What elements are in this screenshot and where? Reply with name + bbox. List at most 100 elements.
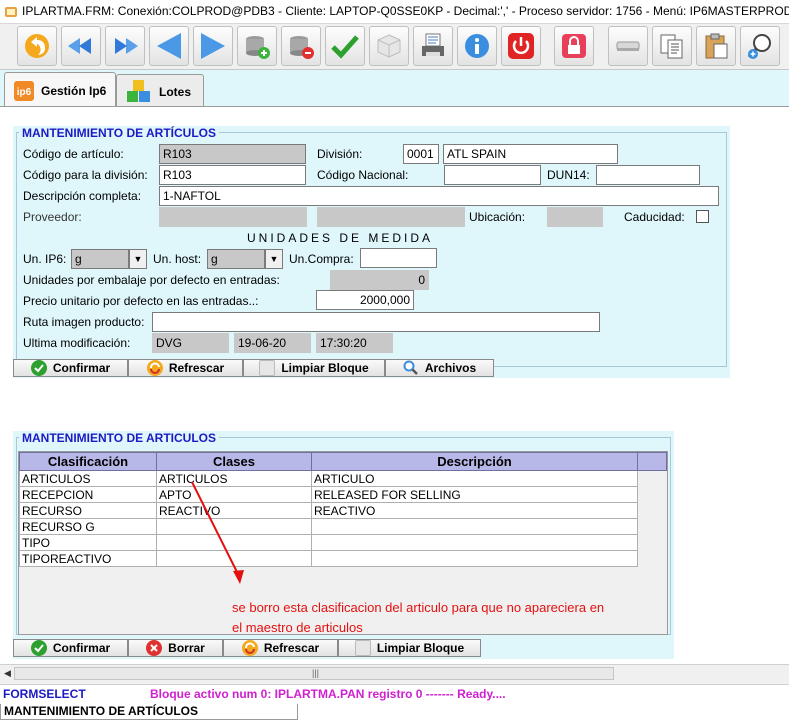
cell-descripcion[interactable]: RELEASED FOR SELLING [311, 486, 638, 503]
confirmar-button[interactable]: Confirmar [13, 359, 128, 377]
right-triangle-icon[interactable] [193, 26, 233, 66]
annotation-text: se borro esta clasificacion del articulo… [232, 600, 605, 635]
dun14-input[interactable] [596, 165, 700, 185]
cube-icon [354, 640, 371, 656]
un-ip6-label: Un. IP6: [23, 252, 67, 266]
articulo-panel: MANTENIMIENTO DE ARTÍCULOS Código de art… [13, 126, 730, 378]
tab-lotes[interactable]: Lotes [116, 74, 204, 108]
ruta-imagen-input[interactable] [152, 312, 600, 332]
un-compra-input[interactable] [360, 248, 437, 268]
codigo-division-label: Código para la división: [23, 168, 148, 182]
double-left-arrow-icon[interactable] [61, 26, 101, 66]
confirmar-button-2[interactable]: Confirmar [13, 639, 128, 657]
descripcion-input[interactable]: 1-NAFTOL [159, 186, 719, 206]
button-label: Confirmar [52, 641, 111, 655]
zoom-add-icon[interactable] [740, 26, 780, 66]
copy-icon[interactable] [652, 26, 692, 66]
checkmark-icon [30, 640, 47, 656]
refresh-icon [241, 640, 258, 656]
window-title: IPLARTMA.FRM: Conexión:COLPROD@PDB3 - Cl… [22, 4, 789, 18]
borrar-button[interactable]: Borrar [128, 639, 223, 657]
ultima-time-field: 17:30:20 [316, 333, 393, 353]
printer-icon[interactable] [413, 26, 453, 66]
precio-label: Precio unitario por defecto en las entra… [23, 294, 259, 308]
archivos-button[interactable]: Archivos [385, 359, 494, 377]
svg-text:ip6: ip6 [17, 87, 32, 98]
cell-clasificacion[interactable]: RECEPCION [19, 486, 157, 503]
cell-clasificacion[interactable]: TIPO [19, 534, 157, 551]
ultima-date-field: 19-06-20 [234, 333, 311, 353]
caducidad-checkbox[interactable] [696, 210, 709, 223]
section-title: MANTENIMIENTO DE ARTICULOS [19, 431, 219, 445]
column-header[interactable]: Clasificación [19, 452, 157, 471]
limpiar-bloque-button[interactable]: Limpiar Bloque [243, 359, 385, 377]
cell-descripcion[interactable]: ARTICULO [311, 470, 638, 487]
refresh-icon [146, 360, 163, 376]
left-triangle-icon[interactable] [149, 26, 189, 66]
section-title: MANTENIMIENTO DE ARTÍCULOS [19, 126, 219, 140]
column-header[interactable]: Clases [156, 452, 312, 471]
status-bar: FORMSELECT Bloque activo num 0: IPLARTMA… [0, 684, 789, 702]
cell-clasificacion[interactable]: ARTICULOS [19, 470, 157, 487]
column-header[interactable]: Descripción [311, 452, 638, 471]
status-formselect: FORMSELECT [3, 687, 86, 701]
database-remove-icon[interactable] [281, 26, 321, 66]
codigo-nacional-label: Código Nacional: [317, 168, 409, 182]
button-label: Confirmar [52, 361, 111, 375]
table-row[interactable]: TIPO [19, 534, 638, 551]
chevron-down-icon[interactable]: ▼ [265, 249, 283, 269]
app-icon [5, 7, 17, 17]
info-icon[interactable] [457, 26, 497, 66]
refrescar-button-2[interactable]: Refrescar [223, 639, 338, 657]
codigo-division-input[interactable]: R103 [159, 165, 306, 185]
un-ip6-select[interactable]: g [71, 249, 129, 269]
codigo-nacional-input[interactable] [444, 165, 541, 185]
bottom-status-bar: MANTENIMIENTO DE ARTÍCULOS [0, 702, 789, 720]
table-row[interactable]: RECEPCION APTO RELEASED FOR SELLING [19, 486, 638, 503]
cell-clasificacion[interactable]: TIPOREACTIVO [19, 550, 157, 567]
button-label: Archivos [424, 361, 477, 375]
cell-descripcion[interactable] [311, 534, 638, 551]
scrollbar-thumb[interactable]: ||| [14, 667, 614, 680]
cell-descripcion[interactable] [311, 550, 638, 567]
un-host-select[interactable]: g [207, 249, 265, 269]
precio-input[interactable]: 2000,000 [316, 290, 414, 310]
cell-clasificacion[interactable]: RECURSO G [19, 518, 157, 535]
limpiar-bloque-button-2[interactable]: Limpiar Bloque [338, 639, 481, 657]
eraser-icon[interactable] [608, 26, 648, 66]
table-row[interactable]: RECURSO REACTIVO REACTIVO [19, 502, 638, 519]
checkmark-icon[interactable] [325, 26, 365, 66]
cell-clasificacion[interactable]: RECURSO [19, 502, 157, 519]
codigo-articulo-label: Código de artículo: [23, 147, 124, 161]
tab-gestion-ip6[interactable]: ip6 Gestión Ip6 [4, 72, 116, 108]
database-add-icon[interactable] [237, 26, 277, 66]
undo-arrow-icon[interactable] [17, 26, 57, 66]
lock-icon[interactable] [554, 26, 594, 66]
cell-descripcion[interactable] [311, 518, 638, 535]
cube-icon[interactable] [369, 26, 409, 66]
horizontal-scrollbar[interactable]: ◀ ||| [0, 664, 789, 682]
division-code-input[interactable]: 0001 [403, 144, 439, 164]
double-right-arrow-icon[interactable] [105, 26, 145, 66]
cell-descripcion[interactable]: REACTIVO [311, 502, 638, 519]
scroll-left-icon[interactable]: ◀ [4, 668, 11, 679]
refrescar-button[interactable]: Refrescar [128, 359, 243, 377]
paste-icon[interactable] [696, 26, 736, 66]
unidades-embalaje-field: 0 [330, 270, 429, 290]
table-row[interactable]: ARTICULOS ARTICULOS ARTICULO [19, 470, 638, 487]
ubicacion-field [547, 207, 603, 227]
cube-icon [259, 360, 276, 376]
annotation-arrow [191, 481, 244, 584]
chevron-down-icon[interactable]: ▼ [129, 249, 147, 269]
un-host-label: Un. host: [153, 252, 202, 266]
search-icon [403, 360, 419, 376]
table-row[interactable]: TIPOREACTIVO [19, 550, 638, 567]
close-icon [146, 640, 163, 656]
button-label: Refrescar [168, 361, 225, 375]
codigo-articulo-input[interactable]: R103 [159, 144, 306, 164]
button-label: Refrescar [263, 641, 320, 655]
table-row[interactable]: RECURSO G [19, 518, 638, 535]
power-icon[interactable] [501, 26, 541, 66]
ruta-imagen-label: Ruta imagen producto: [23, 315, 145, 329]
division-name-input[interactable]: ATL SPAIN [443, 144, 618, 164]
